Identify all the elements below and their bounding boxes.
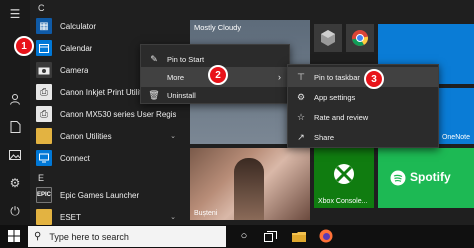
tile-app-cube[interactable] [314,24,342,52]
onenote-label: OneNote [441,134,470,141]
step-badge-3: 3 [364,69,384,89]
app-item-label: Canon MX530 series User Regist... [60,109,176,119]
letter-header-e[interactable]: E [38,173,44,183]
menu-item-label: Pin to Start [167,54,205,64]
letter-header-c[interactable]: C [38,3,45,13]
calendar-icon [36,40,52,56]
gear-icon: ⚙ [296,91,306,102]
app-item-connect[interactable]: Connect [36,147,176,169]
printer-icon: ⎙ [36,106,52,122]
weather-label: Mostly Cloudy [194,23,242,32]
taskbar-search-box[interactable]: ⚲ [28,226,226,247]
app-item-canon-mx530[interactable]: ⎙ Canon MX530 series User Regist... [36,103,176,125]
menu-item-pin-to-taskbar[interactable]: ⊤ Pin to taskbar [288,67,438,87]
trash-icon: 🗑 [148,89,160,100]
app-item-label: Calendar [60,43,93,53]
menu-item-label: Rate and review [314,112,369,122]
app-item-label: Canon Utilities [60,131,112,141]
tile-xbox[interactable]: Xbox Console... [314,148,374,208]
connect-icon [36,150,52,166]
chrome-icon [352,30,369,46]
pictures-icon[interactable] [6,146,24,164]
menu-item-rate-review[interactable]: ☆ Rate and review [288,107,438,127]
hamburger-menu-icon[interactable]: ☰ [6,5,24,23]
cortana-icon[interactable]: ○ [236,228,252,244]
app-item-label: Connect [60,153,90,163]
app-list: C ▦ Calculator Calendar Camera ⎙ Canon I… [30,0,180,225]
windows-start-icon[interactable] [6,228,22,244]
user-avatar-icon[interactable] [6,90,24,108]
spotify-label: Spotify [410,170,451,184]
start-left-rail: ☰ ⚙ ⏻ [0,0,30,225]
spotify-icon [390,170,406,186]
taskbar: ⚲ ○ [0,225,474,248]
start-menu: ☰ ⚙ ⏻ C ▦ Calculator Calendar Camera ⎙ C… [0,0,474,225]
step-badge-1: 1 [14,36,34,56]
printer-icon: ⎙ [36,84,52,100]
photo-label: Bușteni [194,210,218,217]
folder-icon [36,128,52,144]
chevron-down-icon: ⌄ [170,214,176,221]
settings-gear-icon[interactable]: ⚙ [6,174,24,192]
camera-icon [36,62,52,78]
tile-photo[interactable]: Bușteni [190,148,310,220]
app-item-canon-utilities[interactable]: Canon Utilities ⌄ [36,125,176,147]
chevron-down-icon: ⌄ [170,133,176,140]
step-badge-2: 2 [208,65,228,85]
menu-item-app-settings[interactable]: ⚙ App settings [288,87,438,107]
chevron-right-icon: › [278,72,281,82]
more-submenu: ⊤ Pin to taskbar ⚙ App settings ☆ Rate a… [287,64,439,148]
menu-item-share[interactable]: ↗ Share [288,127,438,147]
app-item-label: Epic Games Launcher [60,190,140,200]
menu-item-label: Uninstall [167,90,196,100]
search-input[interactable] [49,231,220,242]
pin-icon: ✎ [150,53,158,64]
folder-icon [36,209,52,225]
menu-item-uninstall[interactable]: 🗑 Uninstall [141,85,291,105]
pin-taskbar-icon: ⊤ [297,71,305,82]
app-item-label: Calculator [60,21,97,31]
cube-app-icon [321,30,335,46]
xbox-label: Xbox Console... [318,198,368,205]
app-item-calculator[interactable]: ▦ Calculator [36,15,176,37]
power-icon[interactable]: ⏻ [6,202,24,220]
app-item-label: Canon Inkjet Print Utility [60,87,146,97]
tile-chrome[interactable] [346,24,374,52]
menu-item-label: Share [314,132,335,142]
menu-item-label: Pin to taskbar [314,72,360,82]
file-explorer-icon[interactable] [291,228,307,244]
menu-item-label: More [167,72,185,82]
epic-games-icon: EPIC [36,187,52,203]
tile-spotify[interactable]: Spotify [378,148,474,208]
task-view-icon[interactable] [262,228,278,244]
app-item-epic-games[interactable]: EPIC Epic Games Launcher [36,184,176,206]
search-icon: ⚲ [34,231,42,242]
star-icon: ☆ [296,111,306,122]
calculator-icon: ▦ [36,18,52,34]
app-item-label: ESET [60,212,81,222]
photo-person [234,158,264,220]
share-icon: ↗ [297,131,305,142]
firefox-icon[interactable] [318,228,334,244]
menu-item-label: App settings [314,92,356,102]
documents-icon[interactable] [6,118,24,136]
app-item-label: Camera [60,65,89,75]
